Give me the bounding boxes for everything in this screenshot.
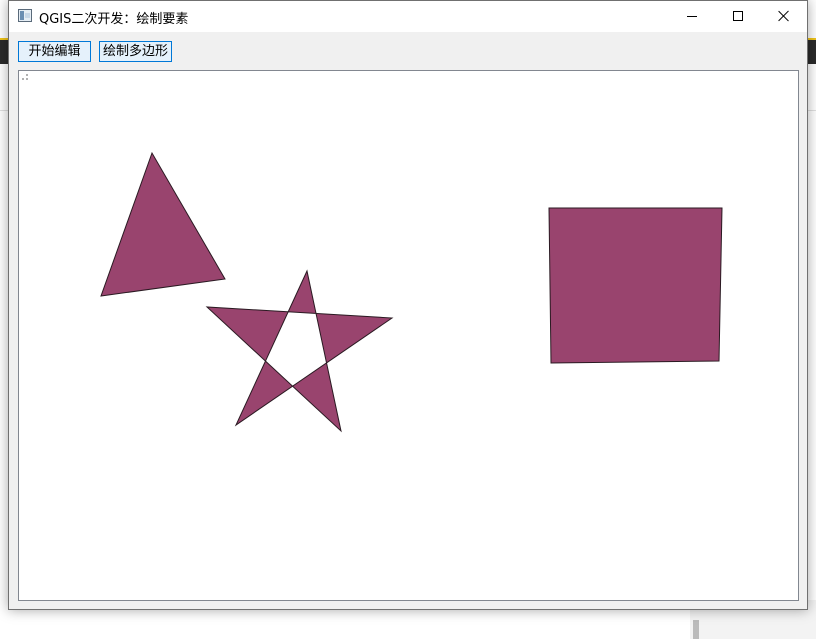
minimize-button[interactable] xyxy=(669,1,715,32)
title-bar[interactable]: QGIS二次开发：绘制要素 xyxy=(9,1,807,32)
maximize-button[interactable] xyxy=(715,1,761,32)
window-title: QGIS二次开发：绘制要素 xyxy=(39,12,189,27)
main-window: QGIS二次开发：绘制要素 开始编辑 绘制多边形 xyxy=(8,0,808,610)
triangle-feature[interactable] xyxy=(100,151,226,297)
resize-grip-icon[interactable] xyxy=(19,71,29,81)
app-icon xyxy=(18,9,32,22)
maximize-icon xyxy=(733,11,743,21)
close-button[interactable] xyxy=(761,1,807,32)
background-scrollbar xyxy=(693,620,699,639)
square-feature[interactable] xyxy=(548,207,723,364)
start-edit-button[interactable]: 开始编辑 xyxy=(18,41,91,62)
map-canvas[interactable] xyxy=(18,70,799,601)
close-icon xyxy=(778,10,790,22)
minimize-icon xyxy=(687,16,697,17)
draw-polygon-button[interactable]: 绘制多边形 xyxy=(99,41,172,62)
star-feature[interactable] xyxy=(205,269,394,433)
map-canvas-svg xyxy=(100,151,723,433)
